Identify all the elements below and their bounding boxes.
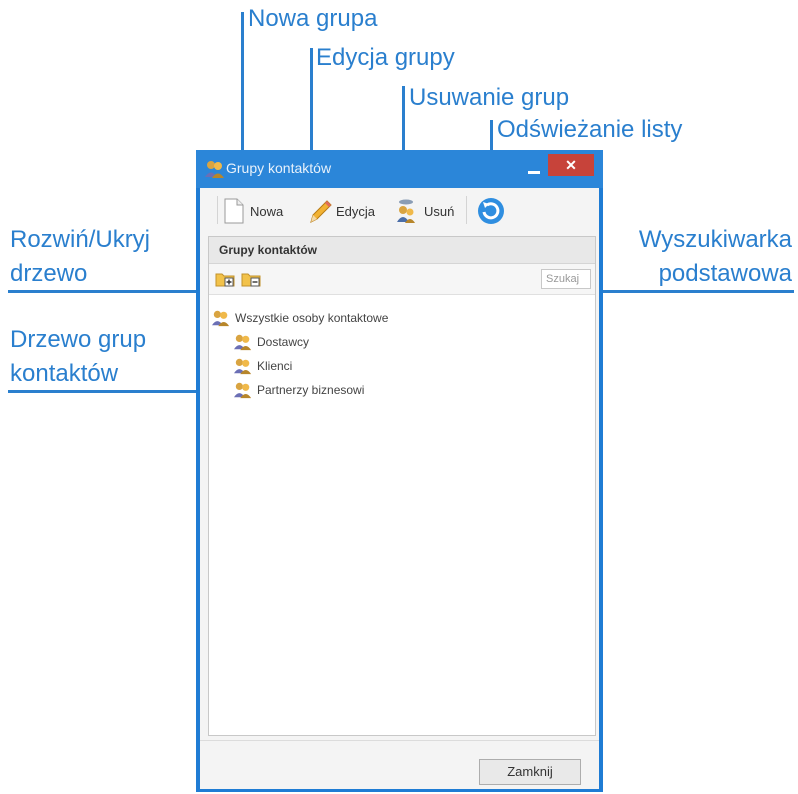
tree-node-child[interactable]: Klienci: [233, 355, 292, 377]
folder-expand-icon: [215, 273, 235, 287]
tree-node-label: Klienci: [257, 359, 293, 373]
close-window-button[interactable]: ✕: [548, 154, 594, 176]
delete-group-icon: [397, 199, 415, 223]
panel-title: Grupy kontaktów: [219, 243, 318, 257]
search-input[interactable]: [541, 269, 591, 289]
minimize-button[interactable]: [522, 162, 546, 178]
contact-group-icon: [234, 382, 252, 399]
new-button-label: Nowa: [250, 203, 284, 219]
contact-group-icon: [204, 159, 226, 179]
tree-node-child[interactable]: Dostawcy: [233, 331, 309, 353]
new-document-icon: [224, 198, 244, 224]
contact-groups-window: Grupy kontaktów ✕ Nowa Edycja Usuń Grupy…: [196, 150, 603, 792]
tree-node-label: Dostawcy: [257, 335, 310, 349]
callout-line-search: [588, 290, 794, 293]
annotation-delete-groups: Usuwanie grup: [409, 84, 570, 111]
toolbar-separator: [466, 196, 467, 224]
expand-all-button[interactable]: [215, 270, 235, 288]
toolbar-separator: [217, 196, 218, 224]
new-button[interactable]: Nowa: [224, 196, 283, 226]
refresh-button[interactable]: [476, 196, 506, 226]
edit-button-label: Edycja: [336, 203, 376, 219]
folder-collapse-icon: [241, 273, 261, 287]
edit-button[interactable]: Edycja: [308, 196, 375, 226]
contact-group-icon: [234, 334, 252, 351]
callout-line-expand-collapse: [8, 290, 224, 293]
close-button[interactable]: Zamknij: [479, 759, 581, 785]
groups-panel: Grupy kontaktów Szukaj Wszystkie osoby k…: [208, 236, 596, 736]
annotation-edit-group: Edycja grupy: [316, 44, 455, 71]
contact-group-icon: [234, 358, 252, 375]
annotation-new-group: Nowa grupa: [248, 5, 378, 32]
delete-button-label: Usuń: [424, 203, 455, 219]
refresh-icon: [478, 198, 504, 224]
collapse-all-button[interactable]: [241, 270, 261, 288]
tree-node-child[interactable]: Partnerzy biznesowi: [233, 379, 364, 401]
annotation-group-tree: Drzewo grup kontaktów: [10, 326, 147, 387]
toolbar: Nowa Edycja Usuń: [200, 188, 599, 232]
tree-node-root[interactable]: Wszystkie osoby kontaktowe: [211, 307, 388, 329]
annotation-refresh-list: Odświeżanie listy: [497, 116, 683, 143]
tree-node-label: Wszystkie osoby kontaktowe: [235, 311, 389, 325]
window-title: Grupy kontaktów: [226, 160, 332, 176]
annotation-search: Wyszukiwarka podstawowa: [638, 226, 792, 287]
annotation-expand-collapse: Rozwiń/Ukryj drzewo: [10, 226, 151, 287]
panel-toolbar: [209, 264, 595, 295]
tree-node-label: Partnerzy biznesowi: [257, 383, 365, 397]
panel-header: Grupy kontaktów: [209, 237, 595, 264]
title-bar[interactable]: Grupy kontaktów ✕: [196, 150, 603, 188]
window-client-area: Nowa Edycja Usuń Grupy kontaktów Szukaj …: [200, 188, 599, 789]
pencil-icon: [310, 200, 332, 223]
delete-button[interactable]: Usuń: [394, 196, 454, 226]
dialog-footer: Zamknij: [200, 740, 599, 789]
contact-group-icon: [212, 310, 230, 327]
